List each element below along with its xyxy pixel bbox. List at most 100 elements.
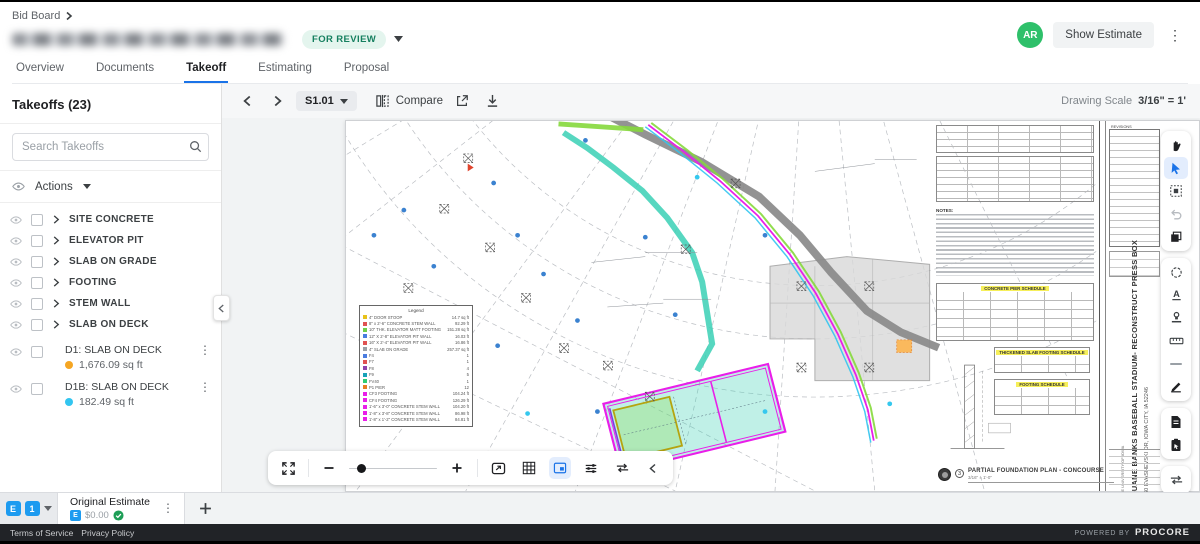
drawing-sheet: Legend 4" DOOR STOOP 14.7 sq ft 8" x 2'-… <box>345 120 1200 492</box>
fit-screen-button[interactable] <box>487 457 509 479</box>
pan-hand-icon[interactable] <box>1164 134 1188 156</box>
takeoff-category-row[interactable]: ELEVATOR PIT <box>0 230 221 251</box>
row-checkbox[interactable] <box>31 255 43 268</box>
drawing-scale-value[interactable]: 3/16" = 1' <box>1138 95 1186 107</box>
takeoff-item-d1b[interactable]: D1B: SLAB ON DECK 182.49 sq ft ⋮ <box>0 376 221 413</box>
next-sheet-button[interactable] <box>266 90 288 112</box>
tab-documents[interactable]: Documents <box>94 56 156 83</box>
sheet-selector[interactable]: S1.01 <box>296 91 357 111</box>
status-badge[interactable]: FOR REVIEW <box>302 29 387 49</box>
legend-marker <box>363 347 367 352</box>
tab-overview[interactable]: Overview <box>14 56 66 83</box>
undo-icon[interactable] <box>1164 203 1188 225</box>
eye-icon[interactable] <box>10 319 22 331</box>
zoom-in-button[interactable] <box>446 457 468 479</box>
document-icon[interactable] <box>1164 411 1188 433</box>
download-button[interactable] <box>481 90 503 112</box>
legend-value: 1 <box>466 378 469 384</box>
category-label: SLAB ON DECK <box>69 319 149 330</box>
takeoff-item-d1[interactable]: D1: SLAB ON DECK 1,676.09 sq ft ⋮ <box>0 339 221 376</box>
minimap-toggle-button[interactable] <box>549 457 571 479</box>
footer-link[interactable]: Terms of Service <box>10 528 73 538</box>
takeoff-category-row[interactable]: SLAB ON DECK <box>0 314 221 335</box>
zoom-slider[interactable] <box>349 461 437 475</box>
marquee-select-icon[interactable] <box>1164 180 1188 202</box>
takeoff-category-row[interactable]: SLAB ON GRADE <box>0 251 221 272</box>
takeoff-category-row[interactable]: SITE CONCRETE <box>0 209 221 230</box>
chevron-right-icon[interactable] <box>52 278 60 287</box>
toolbar-collapse-icon[interactable] <box>642 457 664 479</box>
show-estimate-button[interactable]: Show Estimate <box>1053 22 1154 48</box>
swap-arrows-icon[interactable] <box>1164 469 1188 491</box>
visibility-eye-icon[interactable] <box>12 180 25 193</box>
chevron-right-icon[interactable] <box>52 257 60 266</box>
ruler-icon[interactable] <box>1164 330 1188 352</box>
actions-dropdown[interactable]: Actions <box>35 181 73 193</box>
row-checkbox[interactable] <box>31 346 43 358</box>
clipboard-icon[interactable] <box>1164 434 1188 456</box>
eye-icon[interactable] <box>10 298 22 310</box>
takeoff-item-name: D1B: SLAB ON DECK <box>65 381 169 393</box>
layers-icon[interactable] <box>1164 226 1188 248</box>
row-checkbox[interactable] <box>31 276 43 289</box>
chevron-right-icon[interactable] <box>52 320 60 329</box>
open-in-new-button[interactable] <box>451 90 473 112</box>
breadcrumb[interactable]: Bid Board <box>12 10 60 22</box>
pan-arrows-icon[interactable] <box>611 457 633 479</box>
select-cursor-icon[interactable] <box>1164 157 1188 179</box>
eye-icon[interactable] <box>10 277 22 289</box>
header-kebab-icon[interactable]: ⋮ <box>1164 26 1186 44</box>
sidebar-collapse-button[interactable] <box>213 295 230 321</box>
eye-icon[interactable] <box>10 383 22 395</box>
eye-icon[interactable] <box>10 214 22 226</box>
item-kebab-icon[interactable]: ⋮ <box>197 343 213 357</box>
estimate-selector[interactable]: E 1 <box>0 493 58 524</box>
footer-link[interactable]: Privacy Policy <box>81 528 134 538</box>
category-label: SLAB ON GRADE <box>69 256 157 267</box>
item-kebab-icon[interactable]: ⋮ <box>197 380 213 394</box>
tab-takeoff[interactable]: Takeoff <box>184 56 229 83</box>
eye-icon[interactable] <box>10 256 22 268</box>
row-checkbox[interactable] <box>31 213 43 226</box>
legend-row: F4 1 <box>363 352 469 358</box>
chevron-right-icon[interactable] <box>52 215 60 224</box>
line-tool-icon[interactable] <box>1164 353 1188 375</box>
search-input[interactable] <box>12 133 209 161</box>
add-estimate-button[interactable] <box>185 493 227 524</box>
status-caret-icon[interactable] <box>394 36 404 42</box>
estimate-badge: E <box>5 501 21 516</box>
tab-estimating[interactable]: Estimating <box>256 56 314 83</box>
takeoff-category-row[interactable]: FOOTING <box>0 272 221 293</box>
row-checkbox[interactable] <box>31 234 43 247</box>
pen-icon[interactable] <box>1164 376 1188 398</box>
tab-proposal[interactable]: Proposal <box>342 56 391 83</box>
schedule-title: THICKENED SLAB FOOTING SCHEDULE <box>996 350 1088 355</box>
polygon-lasso-icon[interactable] <box>1164 261 1188 283</box>
legend-value: 12 <box>464 384 469 390</box>
legend-marker <box>363 359 367 364</box>
expand-icon[interactable] <box>277 457 299 479</box>
stamp-icon[interactable] <box>1164 307 1188 329</box>
title-block-footer <box>1109 449 1160 487</box>
settings-sliders-icon[interactable] <box>580 457 602 479</box>
estimate-tab-original[interactable]: Original Estimate E $0.00 ⋮ <box>58 493 185 524</box>
row-checkbox[interactable] <box>31 297 43 310</box>
eye-icon[interactable] <box>10 235 22 247</box>
legend-marker <box>363 327 367 332</box>
drawing-canvas[interactable]: Legend 4" DOOR STOOP 14.7 sq ft 8" x 2'-… <box>222 118 1200 492</box>
chevron-right-icon[interactable] <box>52 236 60 245</box>
eye-icon[interactable] <box>10 346 22 358</box>
row-checkbox[interactable] <box>31 318 43 331</box>
takeoff-category-row[interactable]: STEM WALL <box>0 293 221 314</box>
legend-label: 10" THK. ELEVATOR MATT FOOTING <box>369 327 441 333</box>
zoom-out-button[interactable] <box>318 457 340 479</box>
text-annotation-icon[interactable]: A <box>1164 284 1188 306</box>
prev-sheet-button[interactable] <box>236 90 258 112</box>
avatar[interactable]: AR <box>1017 22 1044 48</box>
legend-label: F9 <box>369 372 374 378</box>
chevron-right-icon[interactable] <box>52 299 60 308</box>
estimate-kebab-icon[interactable]: ⋮ <box>160 501 176 515</box>
compare-button[interactable]: Compare <box>375 94 443 108</box>
grid-toggle-button[interactable] <box>518 457 540 479</box>
row-checkbox[interactable] <box>31 383 43 395</box>
